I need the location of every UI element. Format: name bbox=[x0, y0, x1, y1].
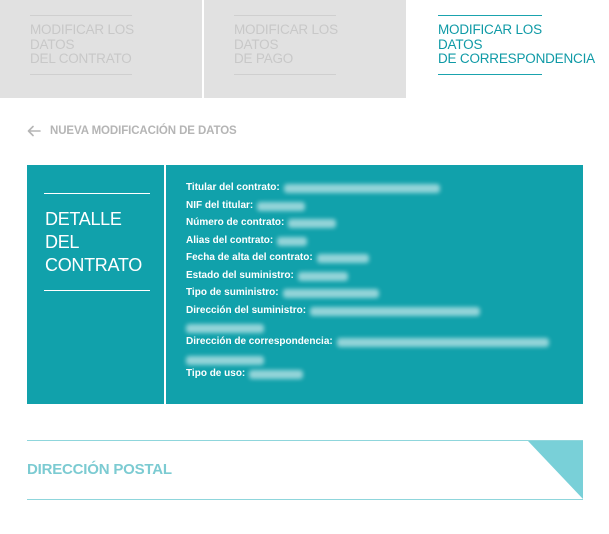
field-contract-number: Número de contrato: bbox=[186, 214, 576, 232]
divider-line bbox=[44, 193, 150, 194]
redacted-value bbox=[277, 236, 308, 246]
tab-contract-data[interactable]: MODIFICAR LOS DATOS DEL CONTRATO bbox=[0, 0, 202, 98]
redacted-value bbox=[316, 254, 369, 263]
redacted-value bbox=[336, 338, 549, 347]
field-label: Fecha de alta del contrato: bbox=[186, 252, 313, 263]
redacted-value bbox=[282, 289, 379, 298]
field-alias: Alias del contrato: bbox=[186, 232, 576, 250]
field-label: Dirección de correspondencia: bbox=[186, 336, 333, 347]
postal-section-title: DIRECCIÓN POSTAL bbox=[27, 461, 172, 478]
tab-rule bbox=[30, 74, 132, 75]
field-line: Dirección del suministro: bbox=[186, 302, 576, 320]
vertical-divider bbox=[164, 165, 166, 404]
back-link-label: NUEVA MODIFICACIÓN DE DATOS bbox=[50, 125, 237, 137]
postal-address-section[interactable]: DIRECCIÓN POSTAL bbox=[27, 440, 583, 500]
field-label: Dirección del suministro: bbox=[186, 304, 307, 316]
redacted-value bbox=[310, 306, 481, 316]
field-label: Número de contrato: bbox=[186, 217, 285, 228]
tab-bar: MODIFICAR LOS DATOS DEL CONTRATO MODIFIC… bbox=[0, 0, 609, 98]
field-label: Alias del contrato: bbox=[186, 234, 274, 246]
field-line bbox=[186, 319, 576, 333]
tab-label: MODIFICAR LOS DATOS DE PAGO bbox=[234, 22, 338, 66]
divider-line bbox=[44, 290, 150, 291]
field-holder: Titular del contrato: bbox=[186, 179, 576, 197]
redacted-value bbox=[249, 369, 304, 379]
contract-fields: Titular del contrato: NIF del titular: N… bbox=[186, 179, 576, 382]
tab-rule bbox=[438, 15, 542, 16]
tab-rule bbox=[438, 74, 542, 75]
corner-triangle-icon bbox=[528, 441, 583, 499]
field-usage-type: Tipo de uso: bbox=[186, 365, 576, 383]
field-supply-type: Tipo de suministro: bbox=[186, 284, 576, 302]
redacted-value bbox=[288, 219, 337, 228]
field-label: Tipo de suministro: bbox=[186, 287, 279, 298]
field-label: Estado del suministro: bbox=[186, 269, 294, 281]
redacted-value bbox=[186, 324, 264, 333]
tab-rule bbox=[234, 15, 336, 16]
redacted-value bbox=[257, 201, 306, 211]
tab-label: MODIFICAR LOS DATOS DEL CONTRATO bbox=[30, 22, 134, 66]
field-correspondence-address: Dirección de correspondencia: bbox=[186, 333, 576, 365]
field-start-date: Fecha de alta del contrato: bbox=[186, 249, 576, 267]
back-link[interactable]: NUEVA MODIFICACIÓN DE DATOS bbox=[27, 122, 237, 140]
tab-payment-data[interactable]: MODIFICAR LOS DATOS DE PAGO bbox=[204, 0, 406, 98]
section-rule bbox=[27, 440, 583, 441]
redacted-value bbox=[186, 355, 264, 365]
redacted-value bbox=[297, 271, 348, 281]
field-label: Titular del contrato: bbox=[186, 182, 280, 193]
contract-detail-panel: DETALLE DEL CONTRATO Titular del contrat… bbox=[27, 165, 583, 404]
field-label: NIF del titular: bbox=[186, 199, 254, 211]
section-rule bbox=[27, 499, 583, 500]
tab-correspondence-data[interactable]: MODIFICAR LOS DATOS DE CORRESPONDENCIA bbox=[408, 0, 609, 98]
detail-title: DETALLE DEL CONTRATO bbox=[45, 209, 142, 275]
tab-rule bbox=[234, 74, 336, 75]
field-supply-address: Dirección del suministro: bbox=[186, 302, 576, 333]
field-nif: NIF del titular: bbox=[186, 197, 576, 215]
redacted-value bbox=[283, 184, 440, 193]
arrow-left-icon bbox=[27, 125, 41, 137]
tab-rule bbox=[30, 15, 132, 16]
field-line bbox=[186, 351, 576, 365]
field-label: Tipo de uso: bbox=[186, 367, 246, 379]
tab-label: MODIFICAR LOS DATOS DE CORRESPONDENCIA bbox=[438, 22, 595, 66]
field-supply-status: Estado del suministro: bbox=[186, 267, 576, 285]
field-line: Dirección de correspondencia: bbox=[186, 333, 576, 351]
